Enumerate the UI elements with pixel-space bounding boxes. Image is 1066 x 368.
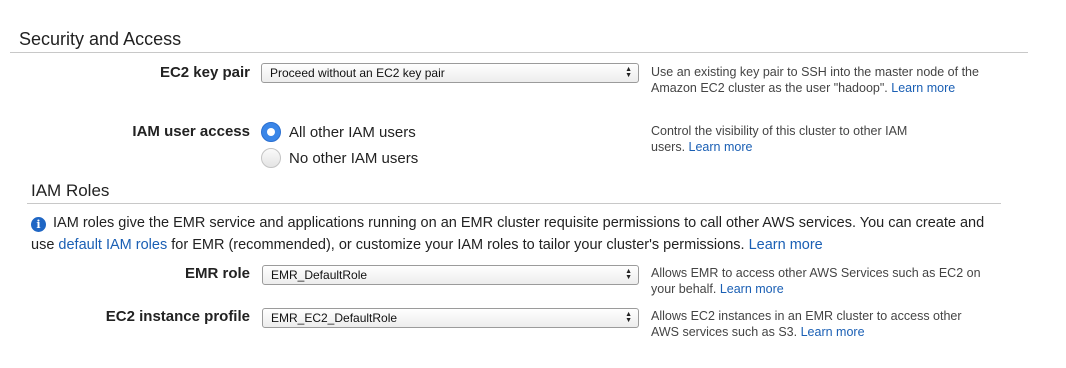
iam-user-access-learn-more-link[interactable]: Learn more [689, 140, 753, 154]
section-title-security: Security and Access [19, 29, 182, 49]
ec2-key-pair-learn-more-link[interactable]: Learn more [891, 81, 955, 95]
updown-chevron-icon: ▲ ▼ [625, 66, 632, 79]
updown-chevron-icon: ▲ ▼ [625, 268, 632, 281]
radio-label-no-other: No other IAM users [289, 149, 419, 167]
ec2-instance-profile-learn-more-link[interactable]: Learn more [801, 325, 865, 339]
section-divider [10, 52, 1028, 53]
ec2-instance-profile-help: Allows EC2 instances in an EMR cluster t… [651, 308, 991, 340]
emr-role-learn-more-link[interactable]: Learn more [720, 282, 784, 296]
default-iam-roles-link[interactable]: default IAM roles [58, 237, 167, 253]
ec2-instance-profile-select[interactable]: EMR_EC2_DefaultRole ▲ ▼ [262, 308, 639, 328]
ec2-key-pair-select[interactable]: Proceed without an EC2 key pair ▲ ▼ [261, 63, 639, 83]
iam-roles-info: i IAM roles give the EMR service and app… [31, 212, 991, 256]
section-divider-iam-roles [27, 203, 1001, 204]
iam-user-access-label: IAM user access [132, 123, 250, 140]
emr-role-value: EMR_DefaultRole [271, 268, 368, 282]
ec2-key-pair-label: EC2 key pair [159, 64, 250, 81]
updown-chevron-icon: ▲ ▼ [625, 311, 632, 324]
ec2-key-pair-help: Use an existing key pair to SSH into the… [651, 64, 987, 96]
emr-role-select[interactable]: EMR_DefaultRole ▲ ▼ [262, 265, 639, 285]
emr-role-help: Allows EMR to access other AWS Services … [651, 265, 991, 297]
emr-role-help-text: Allows EMR to access other AWS Services … [651, 266, 981, 296]
section-title-iam-roles: IAM Roles [31, 181, 110, 200]
iam-roles-learn-more-link[interactable]: Learn more [749, 237, 823, 253]
iam-user-access-help: Control the visibility of this cluster t… [651, 123, 941, 155]
radio-no-other-iam-users[interactable]: No other IAM users [261, 148, 418, 168]
ec2-instance-profile-value: EMR_EC2_DefaultRole [271, 311, 398, 325]
radio-all-other-iam-users[interactable]: All other IAM users [261, 122, 416, 142]
ec2-instance-profile-label: EC2 instance profile [105, 308, 250, 325]
info-icon: i [31, 217, 46, 232]
ec2-key-pair-value: Proceed without an EC2 key pair [270, 66, 445, 80]
emr-role-label: EMR role [184, 265, 250, 282]
iam-roles-info-text-2: for EMR (recommended), or customize your… [171, 237, 745, 253]
radio-label-all-other: All other IAM users [289, 123, 416, 141]
radio-unselected-indicator[interactable] [261, 148, 281, 168]
radio-selected-indicator[interactable] [261, 122, 281, 142]
